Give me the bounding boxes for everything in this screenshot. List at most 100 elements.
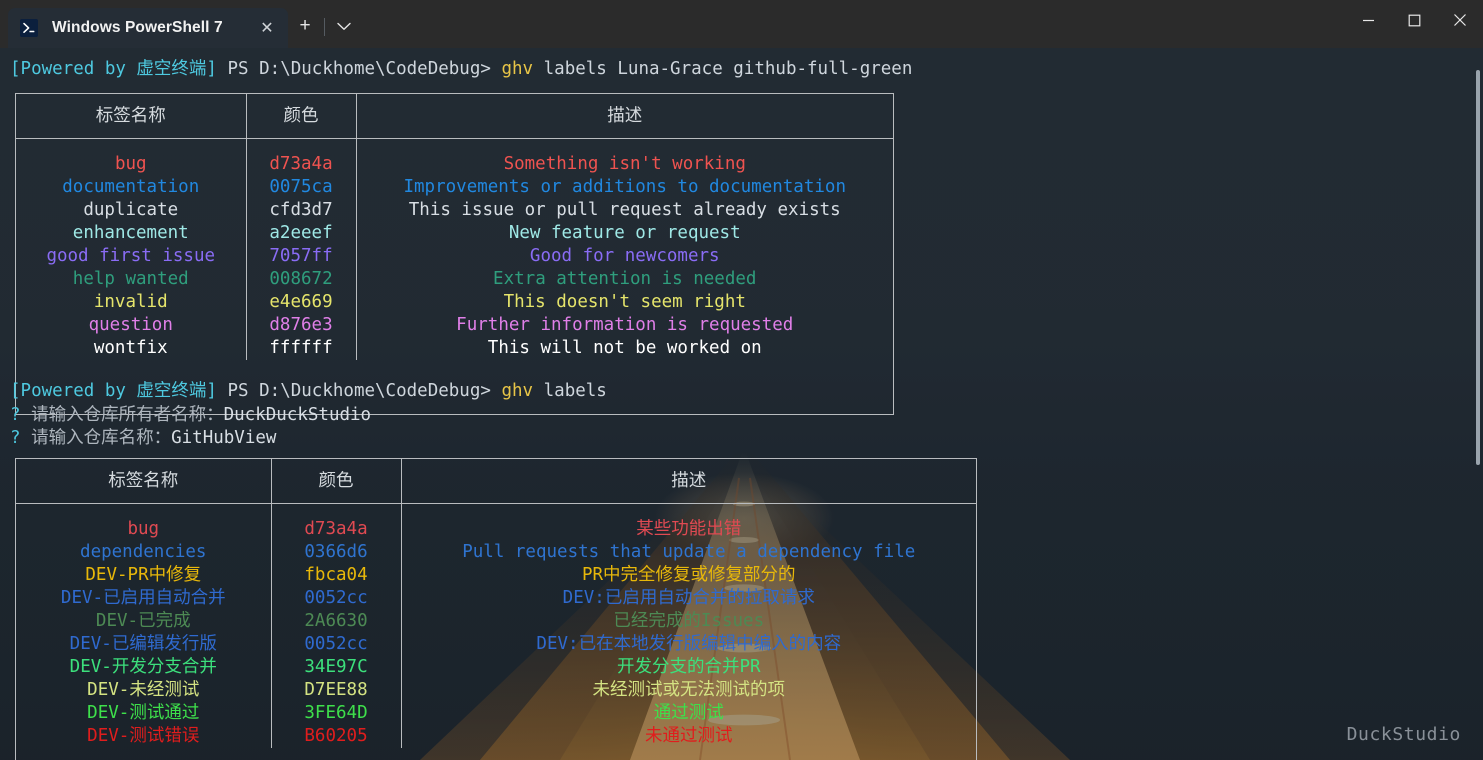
inquiry-marker-repo: ? [10, 428, 21, 448]
t2-colors-row: 34E97C [304, 657, 368, 677]
t1-names-row: duplicate [83, 200, 179, 220]
t1-colors-row: 7057ff [269, 246, 333, 266]
t2-names-row: DEV-已完成 [95, 611, 191, 631]
t2-colors-row: d73a4a [304, 519, 368, 539]
inquiry-line-owner: ? 请输入仓库所有者名称：DuckDuckStudio [10, 404, 371, 427]
powershell-icon [20, 19, 38, 37]
t2-colors-row: 0052cc [304, 634, 368, 654]
inquiry-question-owner: 请输入仓库所有者名称： [31, 405, 224, 425]
close-icon[interactable] [1437, 0, 1483, 40]
table2-header-row: 标签名称 颜色 描述 [16, 459, 976, 504]
t1-colors-row: d73a4a [269, 154, 333, 174]
t2-colors-row: 0366d6 [304, 542, 368, 562]
table1-header-name: 标签名称 [16, 94, 247, 139]
t2-descs-row: 已经完成的Issues [613, 611, 765, 631]
command-args-1: labels Luna-Grace github-full-green [543, 59, 913, 79]
t1-descs-row: Good for newcomers [529, 246, 720, 266]
labels-table-2: 标签名称 颜色 描述 bug dependencies DEV-PR中修复 DEV-已… [15, 458, 977, 760]
watermark: DuckStudio [1346, 724, 1461, 745]
t1-descs-row: This will not be worked on [487, 338, 762, 358]
table2-body-row: bug dependencies DEV-PR中修复 DEV-已启用自动合并 DEV-已… [16, 503, 976, 749]
t2-names-row: DEV-测试通过 [87, 703, 200, 723]
tab-powershell[interactable]: Windows PowerShell 7 ✕ [8, 8, 288, 48]
table2-desc-cell: 某些功能出错 Pull requests that update a depend… [401, 504, 976, 749]
inquiry-line-repo: ? 请输入仓库名称：GitHubView [10, 427, 276, 450]
t1-descs-row: This issue or pull request already exist… [408, 200, 841, 220]
tabstrip-divider [324, 18, 325, 36]
t2-names-row: DEV-测试错误 [87, 726, 200, 746]
close-tab-icon[interactable]: ✕ [252, 13, 282, 43]
t2-descs-row: Pull requests that update a dependency f… [462, 542, 916, 562]
window-controls [1345, 0, 1483, 48]
table1-header-row: 标签名称 颜色 描述 [16, 94, 893, 139]
prompt-path-2: PS D:\Duckhome\CodeDebug> [227, 381, 491, 401]
terminal-screen: [Powered by 虚空终端] PS D:\Duckhome\CodeDeb… [0, 48, 1483, 760]
t1-descs-row: New feature or request [508, 223, 741, 243]
table1-desc-cell: Something isn't working Improvements or a… [356, 139, 893, 361]
table1-name-cell: bug documentation duplicate enhancement good… [16, 138, 247, 360]
inquiry-answer-repo: GitHubView [171, 428, 277, 448]
t1-colors-row: e4e669 [269, 292, 333, 312]
t2-colors-row: 0052cc [304, 588, 368, 608]
t2-colors-row: 3FE64D [304, 703, 368, 723]
prompt-prefix: [Powered by 虚空终端] [10, 59, 217, 79]
tab-title: Windows PowerShell 7 [52, 19, 223, 36]
t1-colors-row: cfd3d7 [269, 200, 333, 220]
t1-descs-row: This doesn't seem right [503, 292, 746, 312]
t2-names-row: DEV-未经测试 [87, 680, 200, 700]
t2-descs-row: 未通过测试 [645, 726, 733, 746]
t1-colors-row: 008672 [269, 269, 333, 289]
t1-names-row: good first issue [46, 246, 216, 266]
t2-names-row: dependencies [80, 542, 207, 562]
prompt-prefix-2: [Powered by 虚空终端] [10, 381, 217, 401]
t2-names-row: DEV-已启用自动合并 [60, 588, 226, 608]
inquiry-marker-owner: ? [10, 405, 21, 425]
t1-names-row: enhancement [72, 223, 189, 243]
t2-descs-row: 通过测试 [653, 703, 724, 723]
table2-color-cell: d73a4a 0366d6 fbca04 0052cc 2A6630 0052cc 34E9… [271, 503, 402, 748]
table1-body-row: bug documentation duplicate enhancement good… [16, 138, 893, 361]
t1-descs-row: Extra attention is needed [493, 269, 757, 289]
t1-names-row: help wanted [72, 269, 189, 289]
t1-names-row: wontfix [93, 338, 168, 358]
terminal-window: Windows PowerShell 7 ✕ + [Powered by 虚空终… [0, 0, 1483, 760]
vertical-scrollbar[interactable] [1476, 70, 1480, 465]
t1-names-row: question [88, 315, 173, 335]
prompt-path: PS D:\Duckhome\CodeDebug> [227, 59, 491, 79]
t1-colors-row: d876e3 [269, 315, 333, 335]
command-name-2: ghv [501, 381, 534, 401]
tab-strip: Windows PowerShell 7 ✕ + [0, 0, 1345, 48]
tab-dropdown-button[interactable] [327, 6, 361, 46]
t1-descs-row: Something isn't working [503, 154, 746, 174]
table1-header-desc: 描述 [356, 94, 893, 139]
t2-descs-row: 某些功能出错 [636, 519, 742, 539]
table2-header-desc: 描述 [401, 459, 976, 504]
t2-descs-row: 未经测试或无法测试的项 [592, 680, 786, 700]
inquiry-question-repo: 请输入仓库名称： [31, 428, 172, 448]
prompt-line-1: [Powered by 虚空终端] PS D:\Duckhome\CodeDeb… [10, 58, 912, 81]
table2-name-cell: bug dependencies DEV-PR中修复 DEV-已启用自动合并 DEV-已… [16, 503, 272, 748]
t2-colors-row: fbca04 [304, 565, 368, 585]
t2-colors-row: 2A6630 [304, 611, 368, 631]
title-bar: Windows PowerShell 7 ✕ + [0, 0, 1483, 48]
t2-colors-row: D7EE88 [304, 680, 368, 700]
command-args-2: labels [543, 381, 607, 401]
t2-descs-row: 开发分支的合并PR [616, 657, 761, 677]
t2-names-row: DEV-已编辑发行版 [69, 634, 217, 654]
t2-colors-row: B60205 [304, 726, 368, 746]
t1-names-row: invalid [93, 292, 168, 312]
inquiry-answer-owner: DuckDuckStudio [223, 405, 372, 425]
t1-names-row: documentation [62, 177, 200, 197]
t2-names-row: DEV-开发分支合并 [69, 657, 217, 677]
prompt-line-2: [Powered by 虚空终端] PS D:\Duckhome\CodeDeb… [10, 380, 607, 403]
table2-header-color: 颜色 [271, 459, 402, 504]
minimize-icon[interactable] [1345, 0, 1391, 40]
new-tab-button[interactable]: + [288, 6, 322, 46]
table1-color-cell: d73a4a 0075ca cfd3d7 a2eeef 7057ff 008672 e4e6… [246, 138, 357, 360]
t2-names-row: DEV-PR中修复 [85, 565, 202, 585]
terminal-body[interactable]: [Powered by 虚空终端] PS D:\Duckhome\CodeDeb… [0, 48, 1483, 760]
t2-descs-row: PR中完全修复或修复部分的 [581, 565, 796, 585]
maximize-icon[interactable] [1391, 0, 1437, 40]
t1-names-row: bug [114, 154, 147, 174]
t2-descs-row: DEV:已启用自动合并的拉取请求 [562, 588, 815, 608]
